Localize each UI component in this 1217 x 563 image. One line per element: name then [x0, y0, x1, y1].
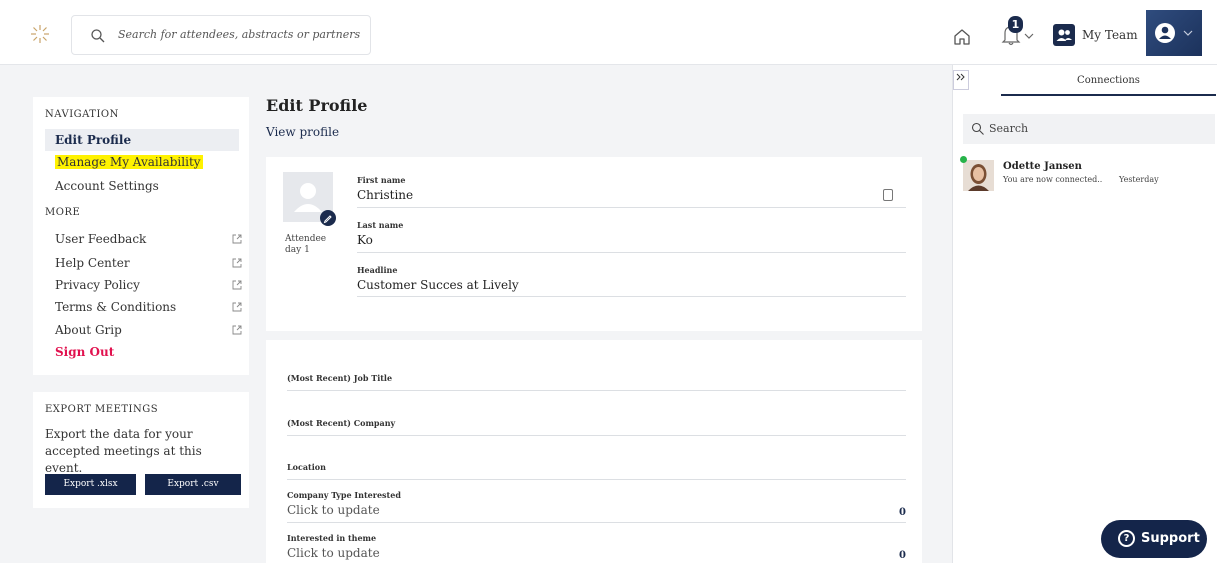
user-avatar-icon: [1155, 23, 1193, 43]
field-value: Click to update: [287, 503, 380, 517]
search-placeholder: Search: [989, 122, 1029, 135]
nav-item-label: Help Center: [55, 256, 130, 270]
count-value: 0: [899, 550, 906, 561]
export-description: Export the data for your accepted meetin…: [45, 427, 202, 475]
external-link-icon: [232, 258, 242, 268]
search-icon: [91, 29, 105, 43]
nav-item-manage-availability[interactable]: Manage My Availability: [45, 151, 239, 173]
connection-message: You are now connected..: [1003, 175, 1103, 184]
nav-item-account-settings[interactable]: Account Settings: [45, 175, 239, 197]
field-label: First name: [357, 175, 406, 185]
export-xlsx-button[interactable]: Export .xlsx: [45, 474, 136, 495]
view-profile-link[interactable]: View profile: [266, 125, 339, 139]
grip-logo-icon[interactable]: [30, 24, 50, 44]
edit-photo-button[interactable]: [320, 210, 336, 226]
nav-item-label: Terms & Conditions: [55, 300, 177, 314]
support-label: Support: [1141, 531, 1200, 546]
export-section-title: EXPORT MEETINGS: [45, 404, 159, 415]
field-value: Ko: [357, 233, 373, 247]
field-label: (Most Recent) Job Title: [287, 373, 393, 383]
global-search-input[interactable]: Search for attendees, abstracts or partn…: [71, 15, 371, 55]
connection-time: Yesterday: [1119, 175, 1159, 184]
team-icon: [1053, 24, 1075, 46]
export-meetings-card: EXPORT MEETINGS Export the data for your…: [33, 392, 249, 508]
more-section-title: MORE: [45, 207, 81, 218]
navigation-card: NAVIGATION Edit Profile Manage My Availa…: [33, 97, 249, 375]
field-value: Christine: [357, 188, 414, 202]
chevron-down-icon: [1024, 33, 1034, 39]
help-icon: ?: [1118, 530, 1135, 547]
export-csv-button[interactable]: Export .csv: [145, 474, 241, 495]
nav-item-terms-conditions[interactable]: Terms & Conditions: [45, 296, 242, 318]
connection-list-item[interactable]: Odette Jansen You are now connected.. Ye…: [960, 156, 1213, 195]
field-label: Location: [287, 462, 326, 472]
info-icon[interactable]: [883, 189, 893, 201]
nav-item-help-center[interactable]: Help Center: [45, 252, 242, 274]
external-link-icon: [232, 325, 242, 335]
job-title-field[interactable]: (Most Recent) Job Title: [287, 368, 906, 391]
connections-search-input[interactable]: Search: [963, 114, 1215, 144]
notification-badge: 1: [1008, 16, 1023, 33]
user-menu-button[interactable]: [1146, 10, 1202, 56]
field-label: Headline: [357, 265, 398, 275]
headline-field[interactable]: Headline Customer Succes at Lively: [357, 263, 906, 297]
interested-in-theme-field[interactable]: Interested in theme Click to update 0: [287, 533, 906, 563]
connections-panel: Connections Search Odette Jansen You are…: [952, 65, 1217, 563]
field-value: Customer Succes at Lively: [357, 278, 519, 292]
navigation-section-title: NAVIGATION: [45, 109, 119, 120]
expand-panel-button[interactable]: [953, 70, 969, 90]
nav-item-label: User Feedback: [55, 232, 147, 246]
field-label: Last name: [357, 220, 404, 230]
nav-item-user-feedback[interactable]: User Feedback: [45, 228, 242, 250]
attendee-type-label: Attendee day 1: [285, 234, 327, 255]
search-placeholder: Search for attendees, abstracts or partn…: [118, 28, 361, 41]
nav-item-privacy-policy[interactable]: Privacy Policy: [45, 274, 242, 296]
profile-card: Attendee day 1 First name Christine Last…: [266, 157, 922, 331]
top-bar: Search for attendees, abstracts or partn…: [0, 0, 1217, 65]
nav-item-label: Manage My Availability: [55, 155, 203, 169]
external-link-icon: [232, 234, 242, 244]
tab-connections[interactable]: Connections: [1001, 65, 1216, 96]
company-type-interested-field[interactable]: Company Type Interested Click to update …: [287, 490, 906, 523]
external-link-icon: [232, 302, 242, 312]
field-label: (Most Recent) Company: [287, 418, 396, 428]
support-button[interactable]: ? Support: [1101, 520, 1207, 558]
company-field[interactable]: (Most Recent) Company: [287, 413, 906, 436]
home-icon[interactable]: [952, 27, 972, 47]
nav-item-label: Privacy Policy: [55, 278, 140, 292]
team-label: My Team: [1082, 28, 1138, 42]
field-label: Company Type Interested: [287, 490, 401, 500]
page-title: Edit Profile: [266, 96, 368, 115]
last-name-field[interactable]: Last name Ko: [357, 218, 906, 253]
field-value: Click to update: [287, 546, 380, 560]
first-name-field[interactable]: First name Christine: [357, 173, 906, 208]
online-status-indicator: [960, 156, 967, 163]
nav-item-about-grip[interactable]: About Grip: [45, 319, 242, 341]
field-label: Interested in theme: [287, 533, 377, 543]
my-team-button[interactable]: My Team: [1053, 24, 1143, 46]
avatar: [963, 160, 994, 191]
external-link-icon: [232, 280, 242, 290]
nav-item-label: About Grip: [55, 323, 122, 337]
nav-item-edit-profile[interactable]: Edit Profile: [45, 129, 239, 151]
connection-name: Odette Jansen: [1003, 161, 1082, 172]
pencil-icon: [323, 215, 332, 224]
double-chevron-right-icon: [956, 73, 965, 81]
notifications-button[interactable]: 1: [997, 16, 1037, 50]
sign-out-link[interactable]: Sign Out: [45, 341, 239, 363]
count-value: 0: [899, 507, 906, 518]
search-icon: [971, 122, 984, 135]
location-field[interactable]: Location: [287, 457, 906, 480]
profile-details-card: (Most Recent) Job Title (Most Recent) Co…: [266, 340, 922, 563]
